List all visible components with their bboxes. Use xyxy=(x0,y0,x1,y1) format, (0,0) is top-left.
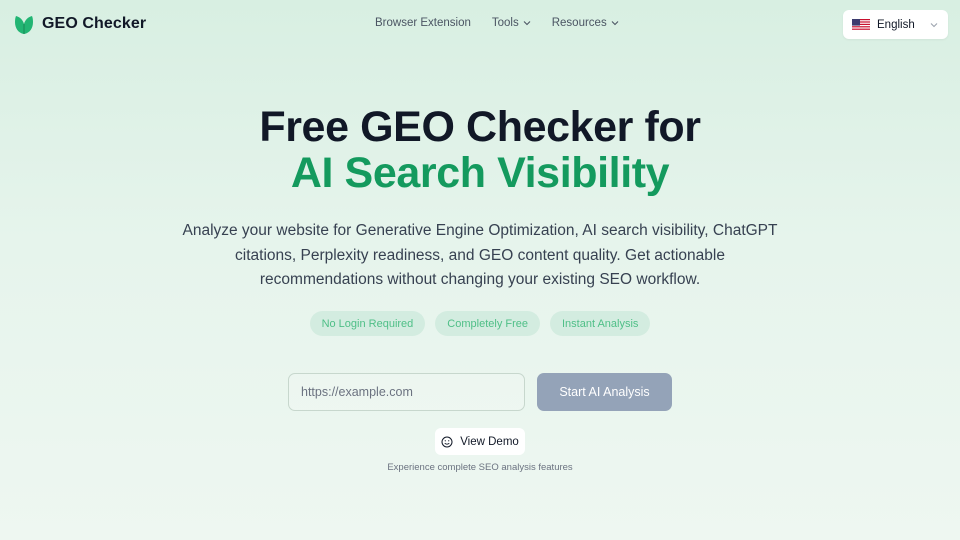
smile-icon xyxy=(441,436,453,447)
view-demo-label: View Demo xyxy=(460,435,519,448)
hero-title-line2: AI Search Visibility xyxy=(290,149,670,197)
top-header: GEO Checker Browser Extension Tools Reso… xyxy=(0,0,960,48)
nav-resources-label: Resources xyxy=(551,17,607,29)
nav-tools[interactable]: Tools xyxy=(492,17,531,29)
hero-title: Free GEO Checker for AI Search Visibilit… xyxy=(0,104,960,196)
hero-description: Analyze your website for Generative Engi… xyxy=(182,222,778,288)
chevron-down-icon xyxy=(523,21,531,26)
badge-no-login: No Login Required xyxy=(309,311,426,336)
nav-tools-label: Tools xyxy=(491,17,519,29)
leaf-icon xyxy=(15,16,33,34)
hero-title-line1: Free GEO Checker for xyxy=(259,103,701,151)
brand[interactable]: GEO Checker xyxy=(14,13,146,35)
chevron-down-icon xyxy=(611,21,619,26)
nav-browser-extension-label: Browser Extension xyxy=(375,17,471,29)
language-selector[interactable]: English xyxy=(843,10,948,39)
badge-instant: Instant Analysis xyxy=(550,311,651,336)
demo-note: Experience complete SEO analysis feature… xyxy=(387,462,573,473)
url-input[interactable] xyxy=(288,373,525,411)
start-analysis-button[interactable]: Start AI Analysis xyxy=(537,373,672,411)
main-nav: Browser Extension Tools Resources xyxy=(375,17,619,29)
nav-resources[interactable]: Resources xyxy=(552,17,619,29)
badge-free: Completely Free xyxy=(435,311,540,336)
brand-name: GEO Checker xyxy=(42,15,147,32)
chevron-down-icon xyxy=(930,23,938,28)
view-demo-button[interactable]: View Demo xyxy=(435,428,525,455)
language-label: English xyxy=(877,18,915,31)
feature-badges: No Login Required Completely Free Instan… xyxy=(0,311,960,336)
nav-browser-extension[interactable]: Browser Extension xyxy=(375,17,471,29)
us-flag-icon xyxy=(852,18,870,31)
